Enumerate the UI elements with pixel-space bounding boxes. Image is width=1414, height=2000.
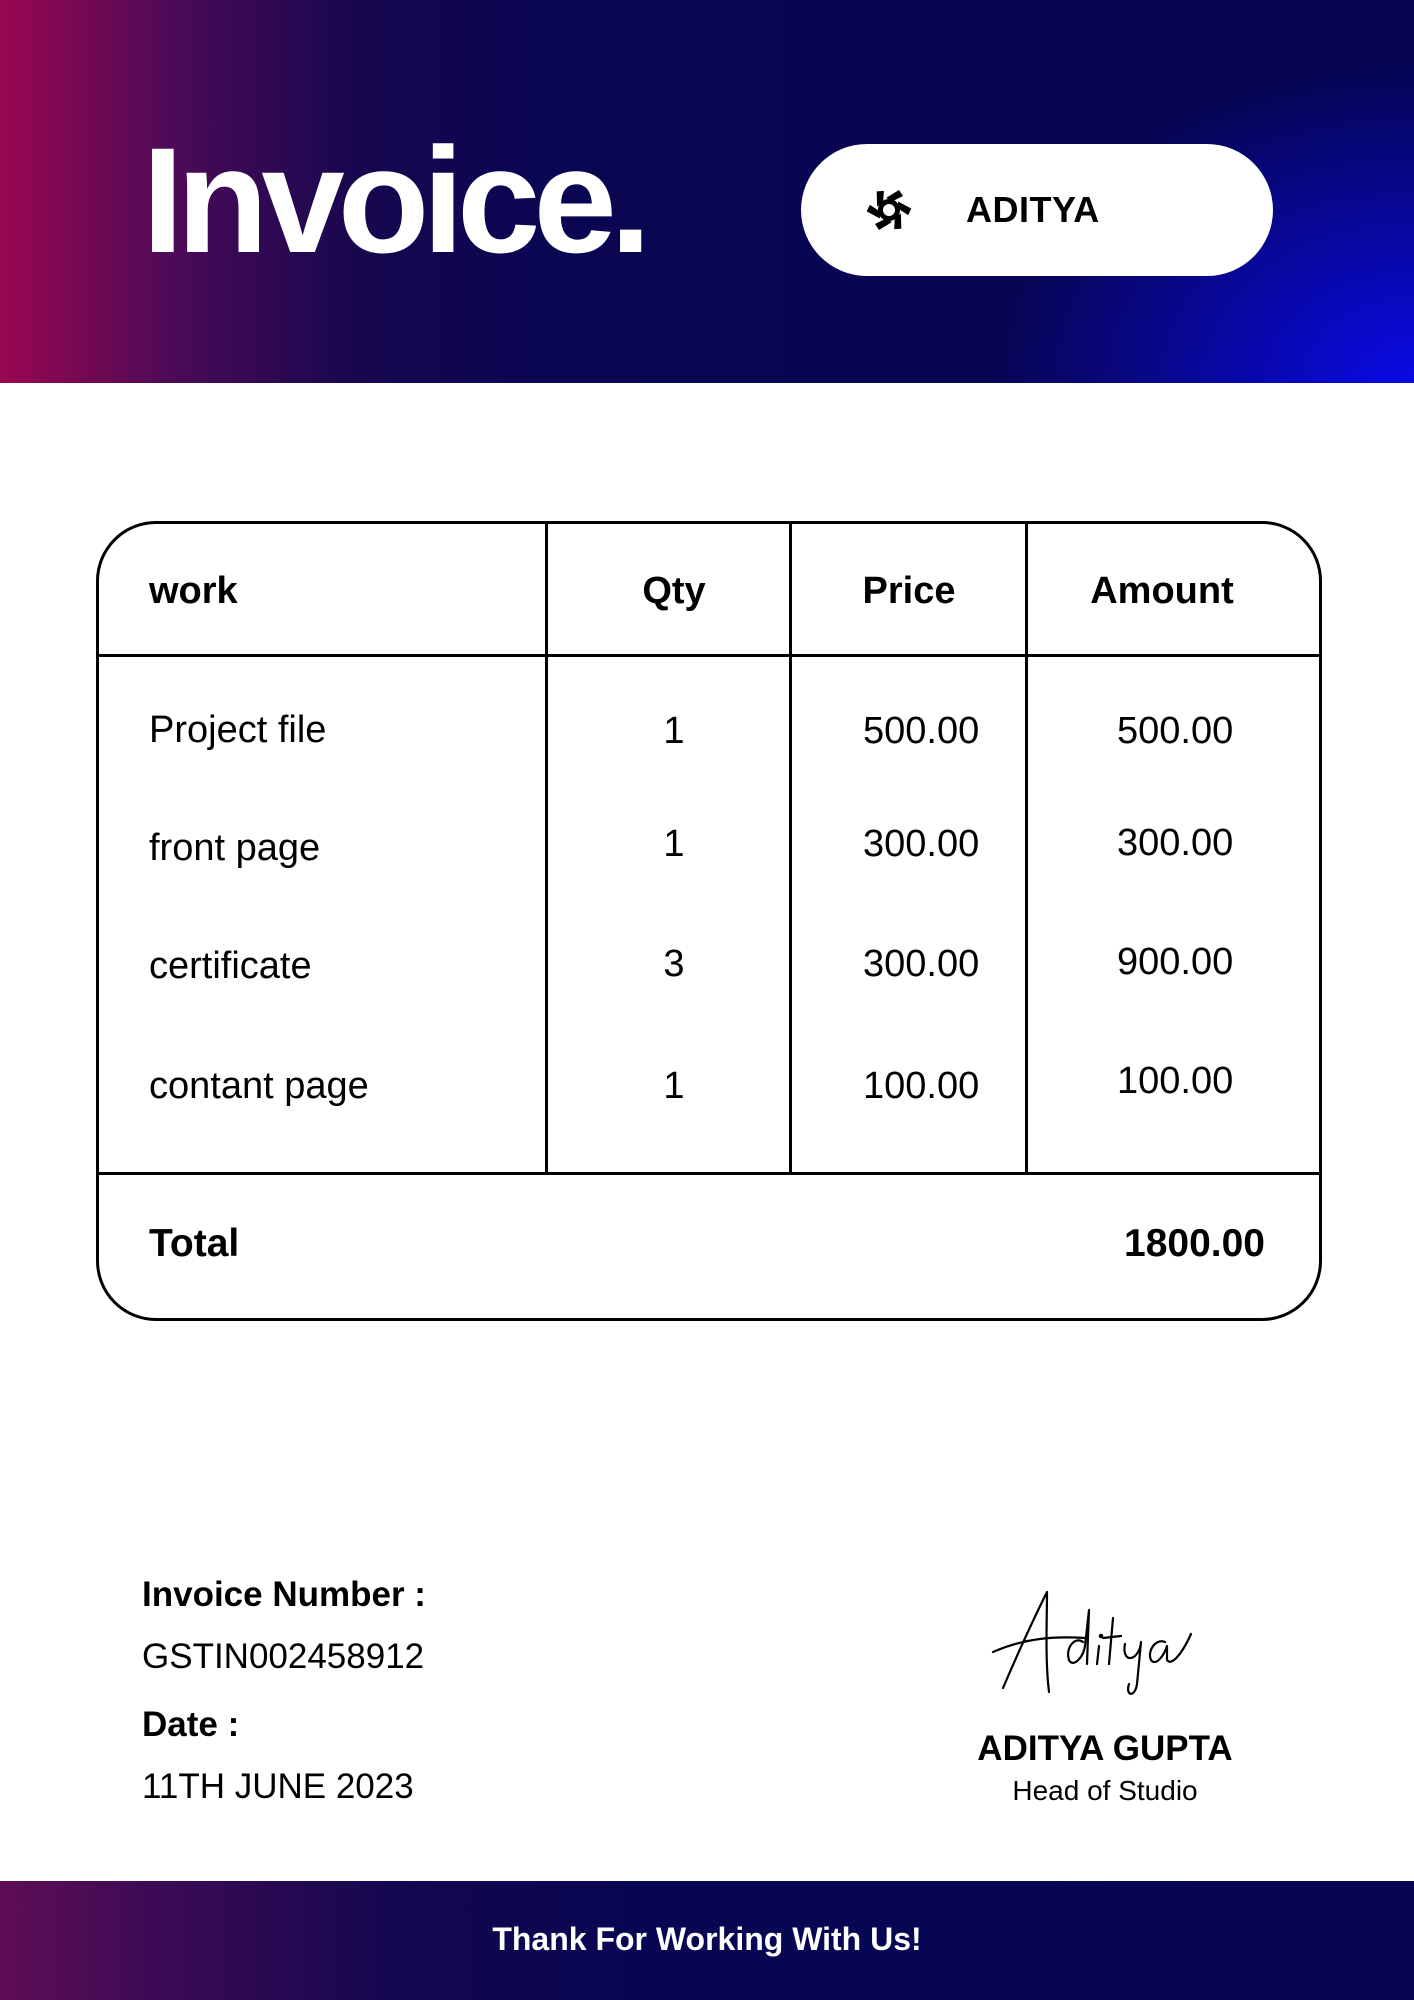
brand-name: ADITYA: [966, 189, 1100, 230]
row-amount: 500.00: [1117, 710, 1234, 752]
row-amount: 300.00: [1117, 822, 1234, 864]
total-divider: [99, 1172, 1319, 1175]
row-amount: 900.00: [1117, 941, 1234, 983]
row-price: 300.00: [863, 943, 980, 985]
column-header-price: Price: [862, 570, 956, 612]
row-work: certificate: [149, 945, 312, 987]
invoice-number-label: Invoice Number :: [142, 1575, 426, 1614]
row-work: Project file: [149, 709, 327, 751]
column-divider: [545, 524, 548, 1175]
row-qty: 1: [663, 710, 685, 752]
signer-name: ADITYA GUPTA: [977, 1729, 1233, 1768]
signer-title: Head of Studio: [1012, 1775, 1198, 1806]
column-divider: [1025, 524, 1028, 1175]
footer-banner: Thank For Working With Us!: [0, 1881, 1414, 2000]
invoice-title: Invoice.: [142, 116, 652, 284]
row-price: 300.00: [863, 823, 980, 865]
date-label: Date :: [142, 1705, 240, 1744]
row-price: 500.00: [863, 710, 980, 752]
invoice-number: GSTIN002458912: [142, 1637, 425, 1676]
total-value: 1800.00: [1124, 1222, 1265, 1265]
row-amount: 100.00: [1117, 1060, 1234, 1102]
footer-message: Thank For Working With Us!: [492, 1921, 922, 1957]
row-qty: 1: [663, 823, 685, 865]
invoice-date: 11TH JUNE 2023: [142, 1767, 414, 1806]
row-work: contant page: [149, 1065, 369, 1107]
column-header-work: work: [149, 570, 238, 612]
header-banner: Invoice. ADITYA: [0, 0, 1414, 383]
row-price: 100.00: [863, 1065, 980, 1107]
invoice-table: work Qty Price Amount Project file 1 500…: [96, 521, 1322, 1321]
header-divider: [99, 654, 1319, 657]
column-divider: [789, 524, 792, 1175]
column-header-amount: Amount: [1090, 570, 1234, 612]
total-label: Total: [149, 1222, 240, 1265]
aperture-icon: [866, 190, 912, 230]
signature-image: [991, 1590, 1193, 1695]
row-qty: 3: [663, 943, 685, 985]
brand-badge: ADITYA: [801, 144, 1273, 276]
column-header-qty: Qty: [642, 570, 706, 612]
row-work: front page: [149, 827, 321, 869]
row-qty: 1: [663, 1065, 685, 1107]
